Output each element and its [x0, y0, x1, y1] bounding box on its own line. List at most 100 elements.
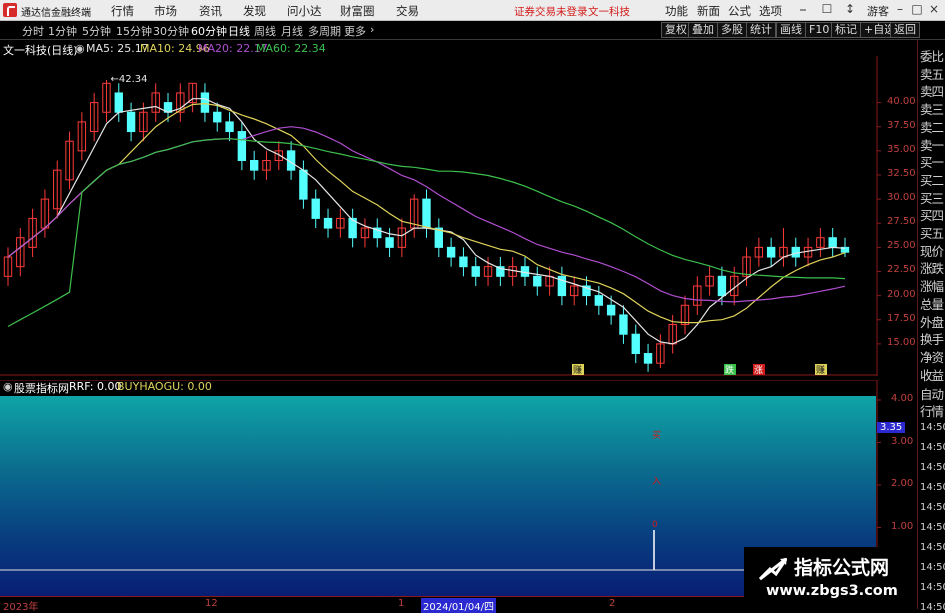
period-5min[interactable]: 5分钟 — [82, 23, 111, 39]
candle-body — [300, 170, 307, 199]
menu-news[interactable]: 资讯 — [199, 3, 222, 19]
period-daily[interactable]: 日线 — [228, 23, 250, 39]
period-weekly[interactable]: 周线 — [254, 23, 276, 39]
candle-body — [472, 267, 479, 277]
candle-body — [201, 93, 208, 112]
guest-label[interactable]: 游客 — [867, 3, 889, 19]
menu-discover[interactable]: 发现 — [243, 3, 266, 19]
watermark: 指标公式网 www.zbgs3.com — [744, 547, 916, 605]
period-multi[interactable]: 多周期 — [308, 23, 341, 39]
y-tick-label: 17.50 — [887, 313, 916, 324]
menu-wealth[interactable]: 财富圈 — [340, 3, 375, 19]
candle-body — [238, 132, 245, 161]
y-tick-label: 15.00 — [887, 337, 916, 348]
price-axis: 40.0037.5035.0032.5030.0027.5025.0022.50… — [877, 56, 917, 376]
candle-body — [767, 247, 774, 257]
quote-tab[interactable]: 行情 — [920, 401, 943, 420]
menu-quotes[interactable]: 行情 — [111, 3, 134, 19]
signal-marker: 赚 — [816, 364, 825, 376]
sub-y-tick-label: 3.00 — [891, 436, 913, 447]
toolbar-formula[interactable]: 公式 — [728, 3, 751, 19]
tool-stats[interactable]: 统计 — [746, 22, 776, 38]
tool-draw[interactable]: 画线 — [776, 22, 806, 38]
y-tick-label: 25.00 — [887, 240, 916, 251]
watermark-url: www.zbgs3.com — [766, 583, 898, 599]
quote-panel: 委比卖五卖四卖三卖二卖一买一买二买三买四买五现价涨跌涨幅总量外盘换手净资收益自动… — [917, 40, 945, 609]
period-bar: 分时 1分钟 5分钟 15分钟 30分钟 60分钟 日线 周线 月线 多周期 更… — [0, 21, 945, 40]
y-tick-label: 40.00 — [887, 96, 916, 107]
candle-body — [250, 161, 257, 171]
restore-icon[interactable]: ⎯ — [796, 2, 810, 17]
app-title: 通达信金融终端 — [21, 4, 91, 19]
candlestick-chart[interactable]: ←42.34←12.11赚跌涨赚 — [0, 56, 917, 376]
candle-body — [595, 296, 602, 306]
candle-body — [386, 238, 393, 248]
period-timeshare[interactable]: 分时 — [22, 23, 44, 39]
watermark-title: 指标公式网 — [794, 553, 889, 580]
maximize-icon[interactable]: □ — [910, 2, 924, 17]
candle-body — [447, 247, 454, 257]
quote-label: 卖三 — [920, 99, 943, 118]
arrow-icon[interactable]: ↕ — [843, 2, 857, 17]
toolbar-options[interactable]: 选项 — [759, 3, 782, 19]
sub-y-tick-label: 4.00 — [891, 393, 913, 404]
quote-label: 卖二 — [920, 117, 943, 136]
y-tick-label: 32.50 — [887, 168, 916, 179]
candle-body — [607, 305, 614, 315]
date-label-1: 1 — [398, 598, 404, 609]
skin-icon[interactable]: ☐ — [820, 2, 834, 17]
period-15min[interactable]: 15分钟 — [116, 23, 152, 39]
period-monthly[interactable]: 月线 — [281, 23, 303, 39]
signal-marker: 跌 — [725, 365, 734, 376]
toolbar-newpage[interactable]: 新面 — [697, 3, 720, 19]
sub-y-tick-label: 2.00 — [891, 478, 913, 489]
menu-market[interactable]: 市场 — [154, 3, 177, 19]
more-arrow-icon[interactable]: › — [370, 23, 374, 36]
quote-label: 买四 — [920, 205, 943, 224]
toolbar-function[interactable]: 功能 — [665, 3, 688, 19]
y-tick-label: 20.00 — [887, 289, 916, 300]
trade-time: 14:50 — [920, 522, 945, 533]
y-tick-label: 22.50 — [887, 264, 916, 275]
period-more[interactable]: 更多 — [344, 23, 366, 39]
signal-marker: 涨 — [754, 365, 763, 376]
candle-body — [644, 354, 651, 364]
tool-overlay[interactable]: 叠加 — [688, 22, 718, 38]
quote-label: 委比 — [920, 46, 943, 65]
period-1min[interactable]: 1分钟 — [48, 23, 77, 39]
minimize-icon[interactable]: – — [893, 2, 907, 17]
trade-time: 14:50 — [920, 602, 945, 613]
sub-y-tick-label: 1.00 — [891, 521, 913, 532]
quote-label: 买一 — [920, 152, 943, 171]
quote-label: 买三 — [920, 188, 943, 207]
indicator-mark: 买 — [652, 430, 661, 441]
tool-mark[interactable]: 标记 — [831, 22, 861, 38]
menu-ask[interactable]: 问小达 — [287, 3, 322, 19]
quote-label: 买二 — [920, 170, 943, 189]
tool-f10[interactable]: F10 — [805, 22, 833, 38]
menu-trade[interactable]: 交易 — [396, 3, 419, 19]
signal-marker: 赚 — [573, 364, 582, 376]
close-icon[interactable]: × — [927, 2, 941, 17]
trade-time: 14:50 — [920, 442, 945, 453]
date-cursor: 2024/01/04/四 — [421, 598, 496, 613]
y-tick-label: 27.50 — [887, 216, 916, 227]
title-bar: 通达信金融终端 行情 市场 资讯 发现 问小达 财富圈 交易 证券交易未登录 文… — [0, 0, 945, 21]
period-60min[interactable]: 60分钟 — [191, 23, 227, 39]
y-tick-label: 37.50 — [887, 120, 916, 131]
settings-circle-icon[interactable]: ◉ — [75, 42, 85, 55]
candle-body — [632, 334, 639, 353]
high-price-label: ←42.34 — [110, 74, 147, 85]
trade-time: 14:50 — [920, 482, 945, 493]
login-warning[interactable]: 证券交易未登录 — [514, 4, 588, 19]
quote-label: 现价 — [920, 241, 943, 260]
candle-body — [312, 199, 319, 218]
tool-back[interactable]: 返回 — [890, 22, 920, 38]
quote-label: 收益 — [920, 365, 943, 384]
sub-cursor-value: 3.35 — [877, 422, 905, 433]
tool-restore-rights[interactable]: 复权 — [661, 22, 691, 38]
tool-multistock[interactable]: 多股 — [717, 22, 747, 38]
quote-label: 卖五 — [920, 64, 943, 83]
app-logo-icon — [3, 3, 17, 17]
period-30min[interactable]: 30分钟 — [153, 23, 189, 39]
